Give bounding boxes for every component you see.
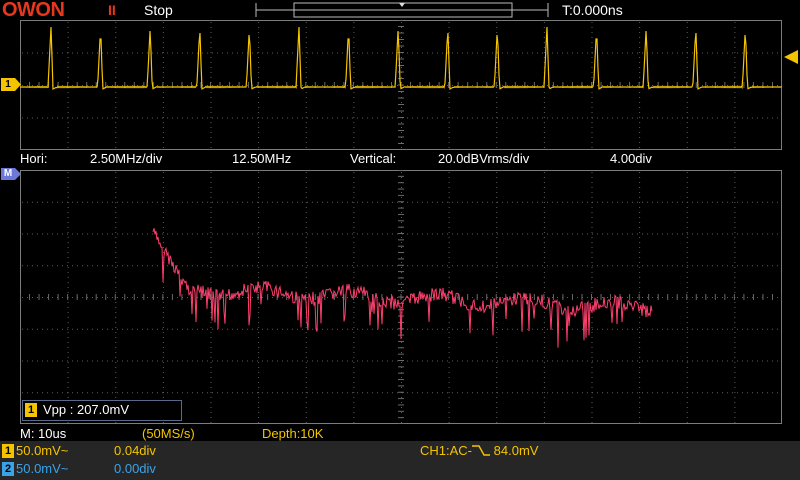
trigger-status[interactable]: CH1:AC- 84.0mV — [420, 443, 538, 459]
measurement-box[interactable]: 1 Vpp : 207.0mV — [22, 400, 182, 421]
ch2-scale[interactable]: 50.0mV~ — [16, 461, 68, 477]
vertical-label: Vertical: — [350, 151, 397, 166]
sample-rate: (50MS/s) — [142, 426, 195, 441]
trigger-level: 84.0mV — [493, 443, 539, 458]
math-channel-marker[interactable]: M — [1, 168, 15, 180]
trigger-time-offset: T:0.000ns — [562, 2, 623, 18]
memory-depth: Depth:10K — [262, 426, 324, 441]
brand-logo: OWON — [2, 0, 65, 21]
pause-icon: II — [108, 2, 116, 18]
measurement-channel-badge: 1 — [25, 403, 37, 417]
hori-scale: 2.50MHz/div — [90, 151, 163, 166]
ch1-level-arrow-icon — [15, 78, 21, 91]
vertical-position: 4.00div — [610, 151, 652, 166]
measurement-vpp: Vpp : 207.0mV — [43, 402, 129, 417]
trigger-source: CH1:AC- — [420, 443, 473, 458]
ch2-position: 0.00div — [114, 461, 156, 476]
memory-position-bar[interactable] — [252, 0, 552, 20]
falling-edge-icon — [472, 445, 491, 456]
ch1-badge[interactable]: 1 — [2, 444, 14, 458]
run-state-label: Stop — [144, 2, 173, 18]
hori-label: Hori: — [20, 151, 48, 166]
trigger-level-arrow-icon[interactable] — [784, 50, 798, 64]
ch2-badge[interactable]: 2 — [2, 462, 14, 476]
hori-center: 12.50MHz — [232, 151, 292, 166]
fft-display[interactable] — [20, 170, 782, 424]
ch1-position: 0.04div — [114, 443, 156, 458]
vertical-scale: 20.0dBVrms/div — [438, 151, 530, 166]
timebase: M: 10us — [20, 426, 67, 441]
ch1-waveform-display[interactable] — [20, 20, 782, 150]
ch1-level-marker[interactable]: 1 — [1, 78, 15, 91]
ch1-scale[interactable]: 50.0mV~ — [16, 443, 68, 459]
